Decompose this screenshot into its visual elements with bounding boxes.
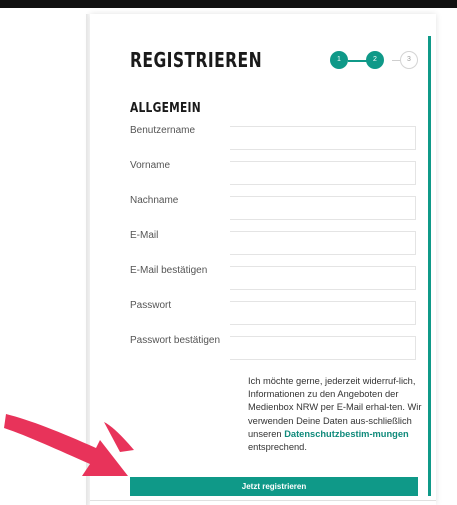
consent-suffix: entsprechend. — [248, 442, 307, 453]
step-2[interactable]: 2 — [366, 51, 384, 69]
password-label: Passwort — [130, 300, 172, 311]
step-1[interactable]: 1 — [330, 51, 348, 69]
section-title: ALLGEMEIN — [130, 101, 201, 116]
arrow-head-upper — [104, 422, 134, 452]
card-accent-bar — [428, 36, 431, 496]
email-confirm-input[interactable] — [230, 266, 416, 290]
firstname-input[interactable] — [230, 161, 416, 185]
email-input[interactable] — [230, 231, 416, 255]
firstname-label: Vorname — [130, 160, 171, 171]
register-button[interactable]: Jetzt registrieren — [130, 477, 418, 496]
username-input[interactable] — [230, 126, 416, 150]
lastname-input[interactable] — [230, 196, 416, 220]
arrow-shaft — [4, 414, 128, 476]
password-confirm-label: Passwort bestätigen — [130, 335, 221, 346]
consent-text-block: Ich möchte gerne, jederzeit widerruf-lic… — [248, 375, 424, 454]
email-confirm-label: E-Mail bestätigen — [130, 265, 208, 276]
step-3[interactable]: 3 — [400, 51, 418, 69]
username-label: Benutzername — [130, 125, 196, 136]
lastname-label: Nachname — [130, 195, 179, 206]
pink-arrow-icon — [4, 414, 134, 476]
password-input[interactable] — [230, 301, 416, 325]
card-bottom-divider — [90, 500, 436, 501]
progress-stepper: 1 2 3 — [330, 51, 418, 71]
window-top-border — [0, 0, 457, 8]
password-confirm-input[interactable] — [230, 336, 416, 360]
privacy-policy-link[interactable]: Datenschutzbestim-mungen — [284, 429, 409, 439]
page-title: REGISTRIEREN — [130, 48, 263, 72]
email-label: E-Mail — [130, 230, 159, 241]
